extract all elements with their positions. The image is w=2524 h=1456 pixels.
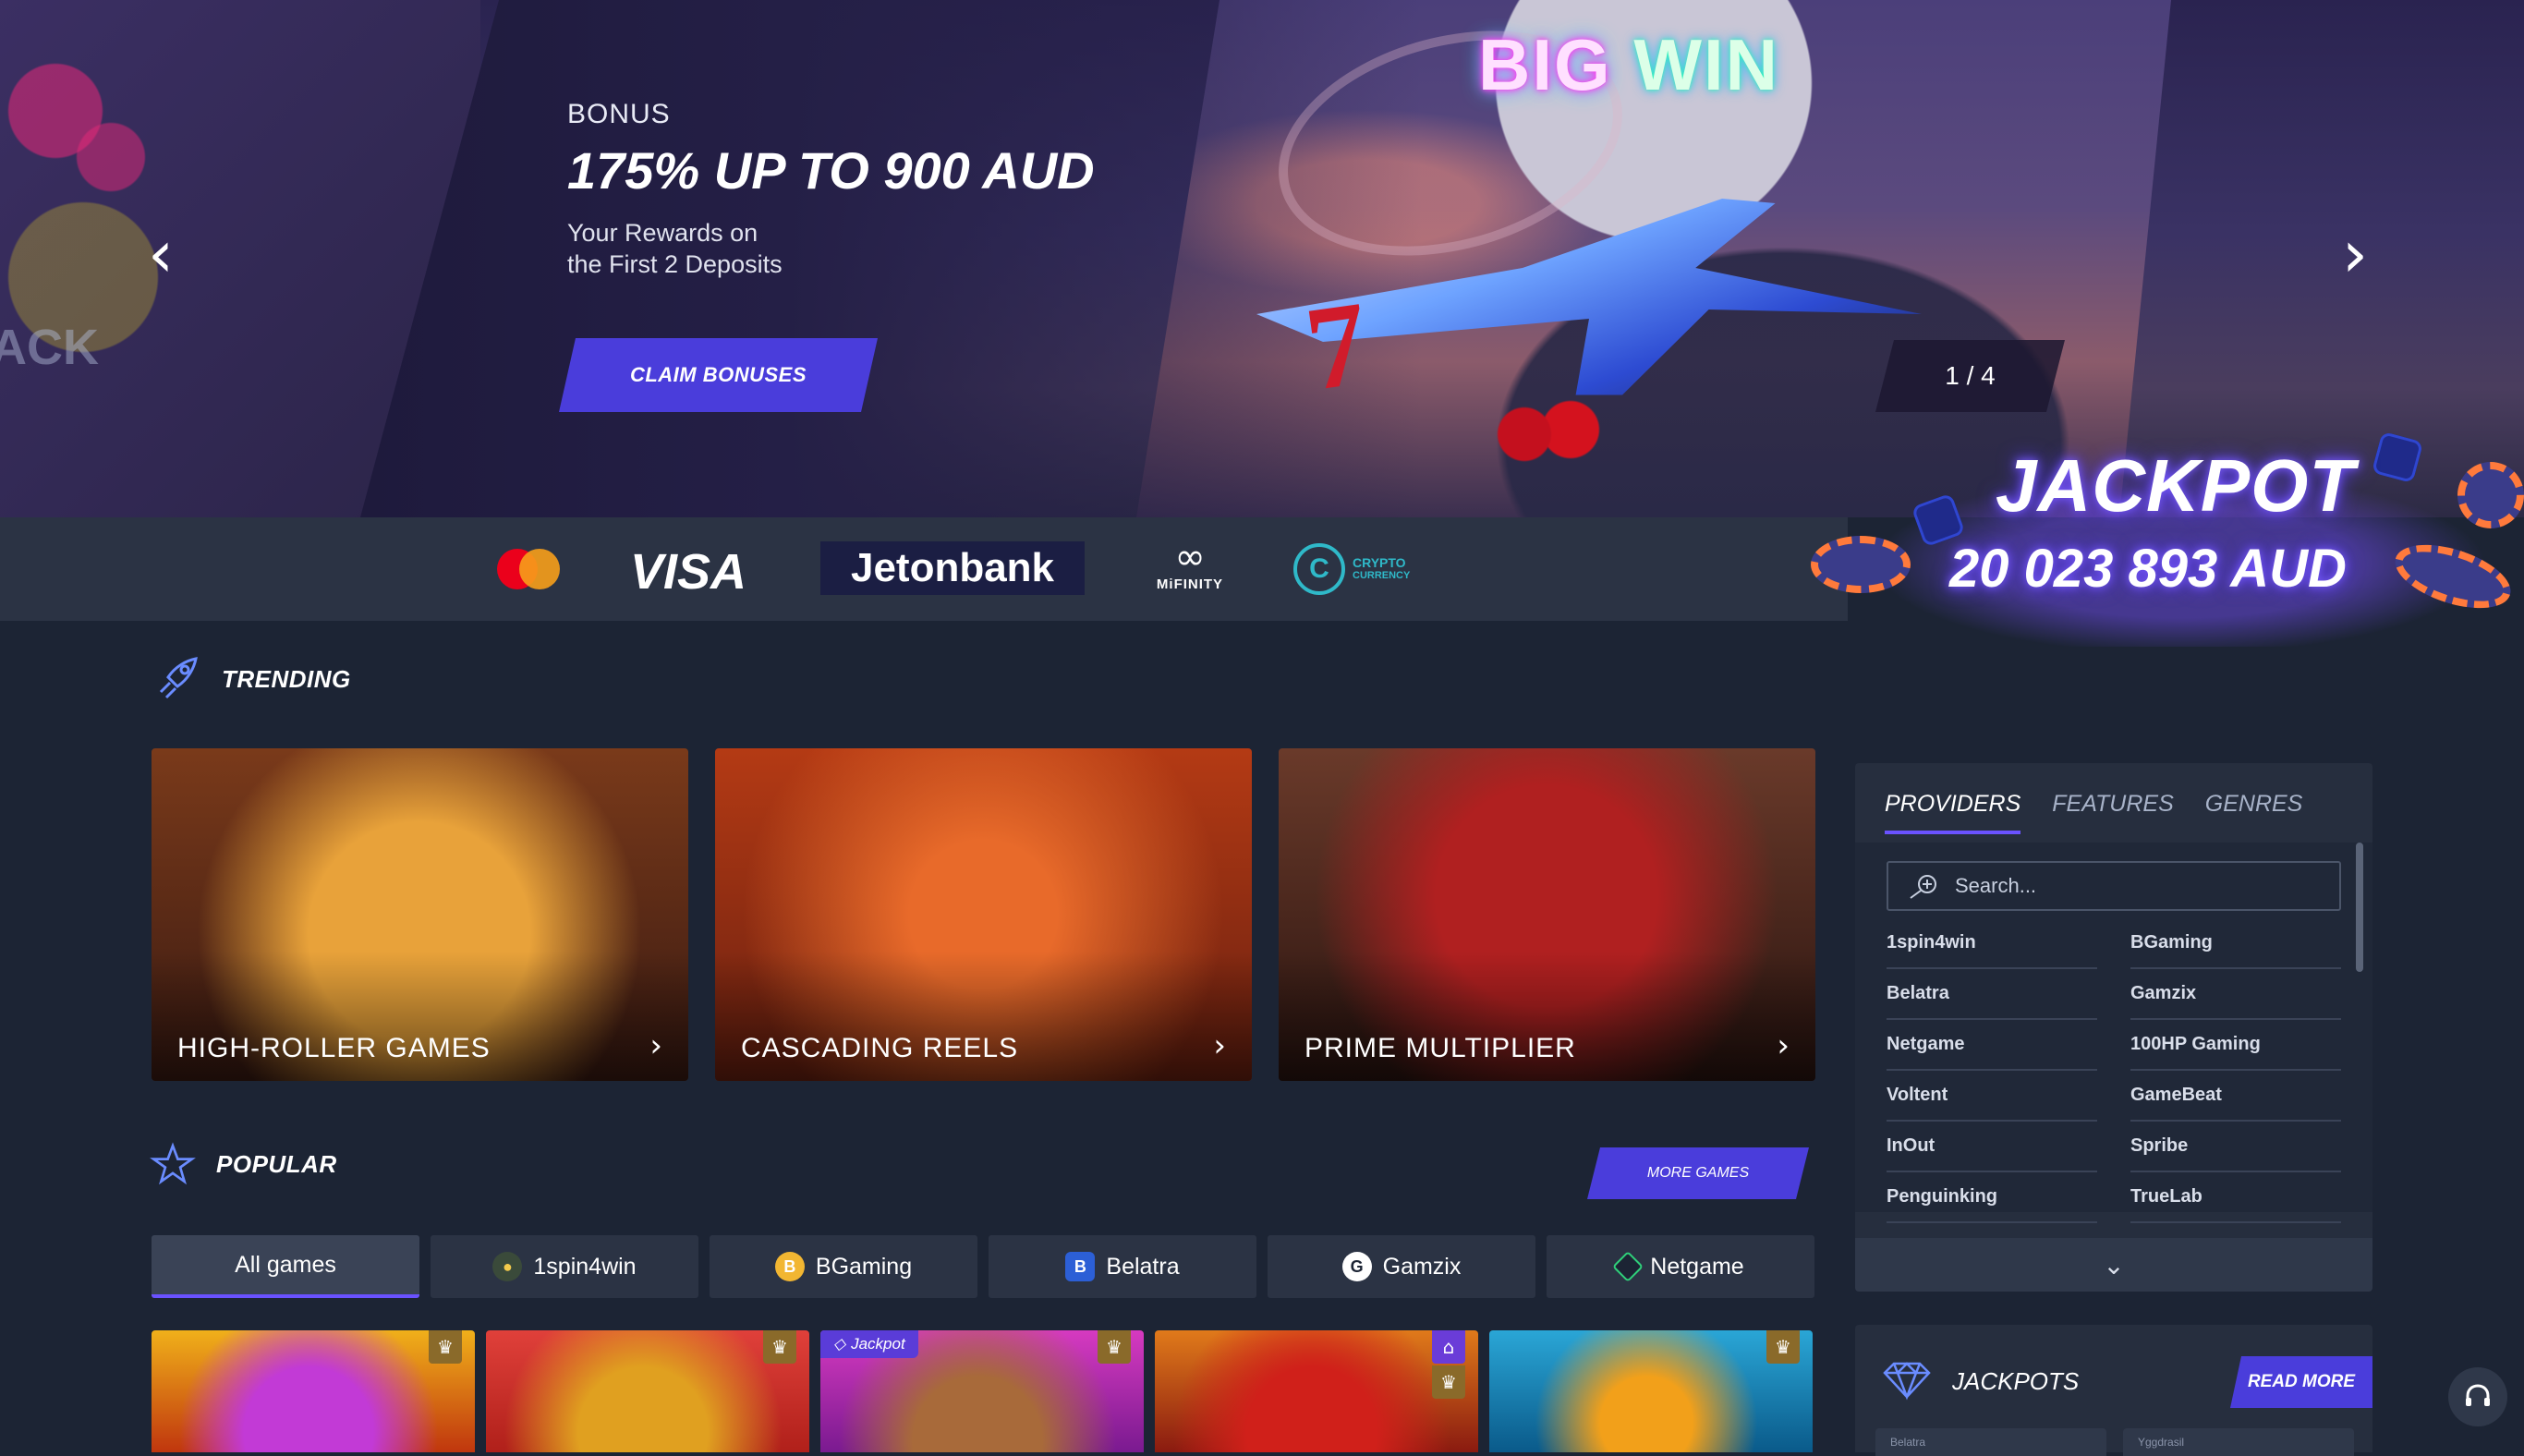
game-tile[interactable]: ♛: [486, 1330, 809, 1452]
mifinity-logo: ∞ MiFINITY: [1150, 538, 1230, 602]
cherries-art: [1497, 388, 1608, 462]
bgaming-icon: B: [774, 1252, 805, 1281]
popular-header: POPULAR: [148, 1139, 337, 1189]
jackpot-amount: 20 023 893 AUD: [1949, 539, 2347, 599]
game-tile[interactable]: ◇ Jackpot ♛: [820, 1330, 1144, 1452]
provider-list: Search... 1spin4win Belatra Netgame Volt…: [1855, 843, 2372, 1223]
trending-card-cascading-reels[interactable]: CASCADING REELS ›: [715, 748, 1252, 1081]
filter-all-games[interactable]: All games: [152, 1235, 419, 1298]
tab-genres[interactable]: GENRES: [2205, 791, 2303, 834]
infinity-icon: ∞: [1174, 536, 1206, 578]
belatra-icon: B: [1065, 1252, 1096, 1281]
jetonbank-logo: Jetonbank: [820, 541, 1085, 595]
bonus-subtitle-line-1: Your Rewards on: [567, 219, 758, 247]
trending-card-title: HIGH-ROLLER GAMES: [177, 1033, 491, 1063]
crypto-coin-icon: C: [1293, 543, 1345, 595]
trending-card-title: CASCADING REELS: [741, 1033, 1019, 1063]
trending-header: TRENDING: [148, 651, 351, 707]
provider-item[interactable]: Spribe: [2130, 1122, 2341, 1172]
chevron-down-icon: ⌄: [2103, 1249, 2125, 1280]
provider-item[interactable]: BGaming: [2130, 918, 2341, 969]
rocket-icon: [159, 657, 198, 699]
jackpots-title: JACKPOTS: [1952, 1367, 2080, 1395]
support-chat-button[interactable]: [2448, 1367, 2507, 1426]
diamond-icon: [1883, 1362, 1931, 1401]
prev-slide-button[interactable]: ‹: [148, 222, 185, 286]
big-win-neon-logo: BIG WIN: [1478, 24, 1779, 105]
expand-providers-button[interactable]: ⌄: [1855, 1238, 2372, 1292]
next-slide-button[interactable]: ›: [2342, 222, 2379, 286]
trending-title: TRENDING: [222, 664, 351, 693]
providers-panel: PROVIDERS FEATURES GENRES Search... 1spi…: [1855, 763, 2372, 1292]
provider-list-scrollbar[interactable]: [2356, 843, 2363, 972]
tab-features[interactable]: FEATURES: [2052, 791, 2174, 834]
trophy-icon: ♛: [1432, 1365, 1465, 1399]
chevron-right-icon: ›: [649, 1027, 662, 1064]
hero-banner: ACK 7 BIG WIN ‹ › BONUS 175% UP TO 900 A…: [0, 0, 2524, 517]
crypto-currency-logo: C CRYPTO CURRENCY: [1293, 543, 1410, 595]
jackpot-banner[interactable]: JACKPOT 20 023 893 AUD: [1811, 431, 2524, 647]
mastercard-logo: [497, 549, 560, 589]
filter-1spin4win[interactable]: ● 1spin4win: [431, 1235, 698, 1298]
casino-chip-icon: [2457, 462, 2524, 528]
provider-tabs: PROVIDERS FEATURES GENRES: [1885, 791, 2302, 834]
chevron-right-icon: ›: [1213, 1027, 1226, 1064]
search-icon: [1910, 875, 1936, 899]
tab-providers[interactable]: PROVIDERS: [1885, 791, 2021, 834]
claim-bonuses-button[interactable]: CLAIM BONUSES: [559, 338, 878, 412]
read-more-button[interactable]: READ MORE: [2230, 1356, 2372, 1408]
bonus-subtitle-line-2: the First 2 Deposits: [567, 250, 783, 278]
provider-item[interactable]: Penguinking: [1887, 1172, 2097, 1223]
trophy-icon: ♛: [429, 1330, 462, 1364]
jackpot-badge: ◇ Jackpot: [820, 1330, 918, 1358]
provider-item[interactable]: TrueLab: [2130, 1172, 2341, 1223]
provider-item[interactable]: InOut: [1887, 1122, 2097, 1172]
trophy-icon: ♛: [1766, 1330, 1800, 1364]
trophy-icon: ♛: [763, 1330, 796, 1364]
bonus-label: BONUS: [567, 99, 671, 129]
provider-item[interactable]: 100HP Gaming: [2130, 1020, 2341, 1071]
headset-icon: [2466, 1384, 2490, 1406]
payment-methods-strip: VISA Jetonbank ∞ MiFINITY C CRYPTO CURRE…: [0, 517, 1848, 621]
trending-card-prime-multiplier[interactable]: PRIME MULTIPLIER ›: [1279, 748, 1815, 1081]
provider-search-input[interactable]: Search...: [1887, 861, 2341, 911]
filter-bgaming[interactable]: B BGaming: [710, 1235, 977, 1298]
game-tile[interactable]: ⌂ ♛: [1155, 1330, 1478, 1452]
gamzix-icon: G: [1341, 1252, 1372, 1281]
slide-counter: 1 / 4: [1875, 340, 2065, 412]
game-tile[interactable]: ♛: [152, 1330, 475, 1452]
casino-chip-icon: [1811, 536, 1911, 593]
provider-item[interactable]: GameBeat: [2130, 1071, 2341, 1122]
provider-item[interactable]: Gamzix: [2130, 969, 2341, 1020]
star-icon: [150, 1142, 196, 1185]
popular-title: POPULAR: [216, 1149, 337, 1178]
jackpot-title: JACKPOT: [1996, 444, 2356, 527]
provider-item[interactable]: 1spin4win: [1887, 918, 2097, 969]
filter-belatra[interactable]: B Belatra: [989, 1235, 1256, 1298]
filter-netgame[interactable]: Netgame: [1547, 1235, 1814, 1298]
game-tile[interactable]: ♛: [1489, 1330, 1813, 1452]
previous-slide-art-text: ACK: [0, 320, 99, 375]
trending-card-high-roller[interactable]: HIGH-ROLLER GAMES ›: [152, 748, 688, 1081]
bonus-subtitle: Your Rewards on the First 2 Deposits: [567, 217, 955, 280]
filter-gamzix[interactable]: G Gamzix: [1268, 1235, 1535, 1298]
visa-logo: VISA: [630, 544, 747, 600]
netgame-icon: [1612, 1251, 1644, 1282]
trending-card-title: PRIME MULTIPLIER: [1304, 1033, 1576, 1063]
search-placeholder: Search...: [1955, 874, 2037, 897]
provider-item[interactable]: Belatra: [1887, 969, 2097, 1020]
jackpots-panel: JACKPOTS READ MORE Belatra Yggdrasil: [1855, 1325, 2372, 1456]
gift-icon: ⌂: [1432, 1330, 1465, 1364]
chevron-right-icon: ›: [1777, 1027, 1790, 1064]
1spin4win-icon: ●: [492, 1252, 523, 1281]
provider-item[interactable]: Netgame: [1887, 1020, 2097, 1071]
trophy-icon: ♛: [1098, 1330, 1131, 1364]
bonus-title: 175% UP TO 900 AUD: [567, 141, 1095, 200]
diamond-icon: ◇: [833, 1335, 846, 1353]
more-games-button[interactable]: MORE GAMES: [1587, 1147, 1809, 1199]
provider-item[interactable]: Voltent: [1887, 1071, 2097, 1122]
